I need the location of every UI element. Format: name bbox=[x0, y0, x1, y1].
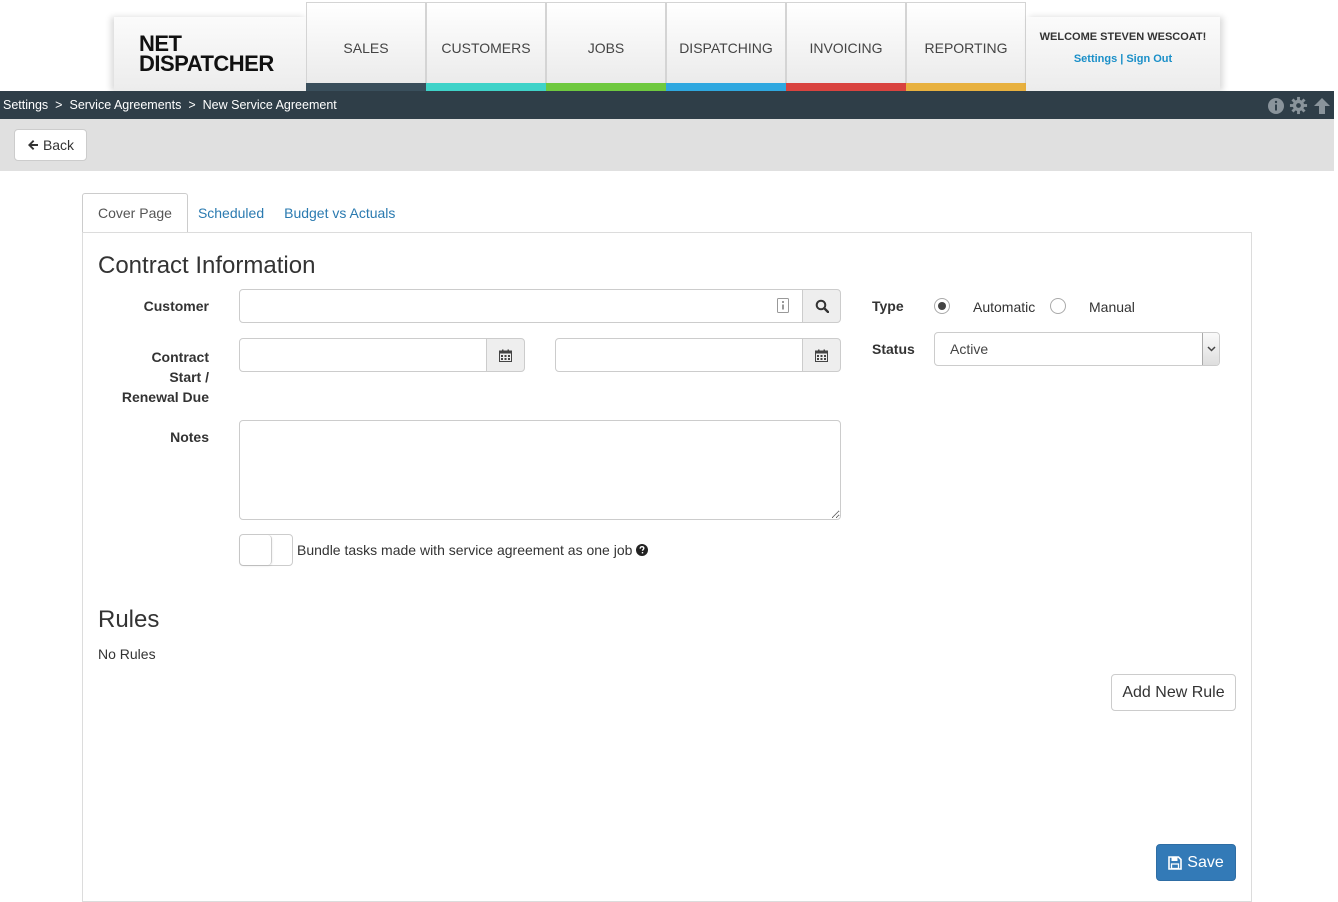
save-button[interactable]: Save bbox=[1156, 844, 1236, 881]
renewal-due-calendar-button[interactable] bbox=[802, 338, 841, 372]
header-tools bbox=[1266, 96, 1331, 115]
contract-start-input[interactable] bbox=[239, 338, 487, 372]
logo-line-2: DISPATCHER bbox=[139, 51, 274, 76]
bundle-tasks-text: Bundle tasks made with service agreement… bbox=[297, 542, 633, 558]
nav-label: JOBS bbox=[587, 40, 625, 56]
nav-jobs[interactable]: JOBS bbox=[546, 2, 666, 91]
nav-color-bar bbox=[546, 83, 666, 91]
link-separator: | bbox=[1120, 53, 1124, 65]
back-button[interactable]: Back bbox=[14, 129, 87, 161]
breadcrumb-service-agreements[interactable]: Service Agreements bbox=[69, 98, 181, 112]
account-links: Settings | Sign Out bbox=[1026, 53, 1220, 65]
contract-dates-label-line: Contract bbox=[151, 349, 209, 365]
contact-card-icon bbox=[777, 298, 789, 318]
add-new-rule-button[interactable]: Add New Rule bbox=[1111, 674, 1236, 711]
renewal-due-input[interactable] bbox=[555, 338, 803, 372]
tab-budget-vs-actuals[interactable]: Budget vs Actuals bbox=[274, 193, 405, 232]
save-label: Save bbox=[1187, 853, 1224, 871]
search-icon bbox=[815, 299, 829, 313]
calendar-icon bbox=[815, 349, 828, 362]
nav-color-bar bbox=[906, 83, 1026, 91]
breadcrumb-current: New Service Agreement bbox=[202, 98, 337, 112]
chevron-down-icon bbox=[1202, 333, 1219, 365]
contract-dates-label: Contract Start / Renewal Due bbox=[110, 347, 209, 407]
nav-color-bar bbox=[426, 83, 546, 91]
notes-textarea[interactable] bbox=[239, 420, 841, 520]
toggle-knob bbox=[240, 535, 272, 565]
nav-label: REPORTING bbox=[924, 40, 1008, 56]
tab-scheduled[interactable]: Scheduled bbox=[188, 193, 274, 232]
contract-information-heading: Contract Information bbox=[98, 252, 316, 279]
no-rules-text: No Rules bbox=[98, 646, 156, 662]
type-automatic-label: Automatic bbox=[973, 299, 1036, 315]
floppy-disk-icon bbox=[1168, 855, 1183, 870]
nav-customers[interactable]: CUSTOMERS bbox=[426, 2, 546, 91]
notes-label: Notes bbox=[170, 429, 209, 445]
page-toolbar: Back bbox=[0, 119, 1334, 171]
customer-label: Customer bbox=[143, 298, 209, 314]
back-label: Back bbox=[42, 137, 75, 153]
breadcrumb-separator: > bbox=[188, 98, 196, 112]
type-automatic-radio[interactable] bbox=[934, 298, 950, 314]
main-nav: SALES CUSTOMERS JOBS DISPATCHING INVOICI… bbox=[306, 2, 1026, 91]
customer-input[interactable] bbox=[239, 289, 803, 323]
customer-search-button[interactable] bbox=[802, 289, 841, 323]
status-label: Status bbox=[872, 341, 915, 357]
nav-color-bar bbox=[306, 83, 426, 91]
tab-cover-page[interactable]: Cover Page bbox=[82, 193, 188, 233]
nav-sales[interactable]: SALES bbox=[306, 2, 426, 91]
tab-bar: Cover Page Scheduled Budget vs Actuals bbox=[82, 193, 405, 233]
type-label: Type bbox=[872, 298, 904, 314]
gear-icon[interactable] bbox=[1289, 96, 1308, 115]
app-header: NET DISPATCHER SALES CUSTOMERS JOBS DISP… bbox=[0, 0, 1338, 91]
settings-link[interactable]: Settings bbox=[1074, 53, 1117, 65]
logo-text: NET DISPATCHER bbox=[139, 33, 274, 76]
nav-dispatching[interactable]: DISPATCHING bbox=[666, 2, 786, 91]
contract-dates-label-line: Renewal Due bbox=[121, 389, 209, 405]
nav-invoicing[interactable]: INVOICING bbox=[786, 2, 906, 91]
logo[interactable]: NET DISPATCHER bbox=[114, 17, 307, 91]
breadcrumb-separator: > bbox=[55, 98, 63, 112]
arrow-left-icon bbox=[27, 140, 38, 150]
nav-reporting[interactable]: REPORTING bbox=[906, 2, 1026, 91]
bundle-tasks-label: Bundle tasks made with service agreement… bbox=[297, 542, 649, 558]
breadcrumb-settings[interactable]: Settings bbox=[3, 98, 48, 112]
type-manual-label: Manual bbox=[1089, 299, 1135, 315]
nav-label: CUSTOMERS bbox=[441, 40, 531, 56]
arrow-up-icon[interactable] bbox=[1312, 96, 1331, 115]
nav-color-bar bbox=[666, 83, 786, 91]
status-selected-value: Active bbox=[950, 341, 989, 357]
welcome-panel: WELCOME STEVEN WESCOAT! Settings | Sign Ou… bbox=[1026, 17, 1220, 91]
bundle-tasks-toggle[interactable] bbox=[239, 534, 293, 566]
nav-label: INVOICING bbox=[809, 40, 883, 56]
welcome-text: WELCOME STEVEN WESCOAT! bbox=[1039, 31, 1207, 43]
status-select[interactable]: Active bbox=[934, 332, 1220, 366]
question-circle-icon[interactable] bbox=[636, 544, 649, 556]
type-manual-radio[interactable] bbox=[1050, 298, 1066, 314]
sign-out-link[interactable]: Sign Out bbox=[1126, 53, 1172, 65]
nav-label: DISPATCHING bbox=[679, 40, 773, 56]
rules-heading: Rules bbox=[98, 606, 160, 633]
breadcrumb: Settings > Service Agreements > New Serv… bbox=[0, 91, 1334, 119]
nav-color-bar bbox=[786, 83, 906, 91]
calendar-icon bbox=[499, 349, 512, 362]
contract-dates-label-line: Start / bbox=[169, 369, 209, 385]
contract-start-calendar-button[interactable] bbox=[486, 338, 525, 372]
info-icon[interactable] bbox=[1266, 96, 1285, 115]
nav-label: SALES bbox=[343, 40, 389, 56]
